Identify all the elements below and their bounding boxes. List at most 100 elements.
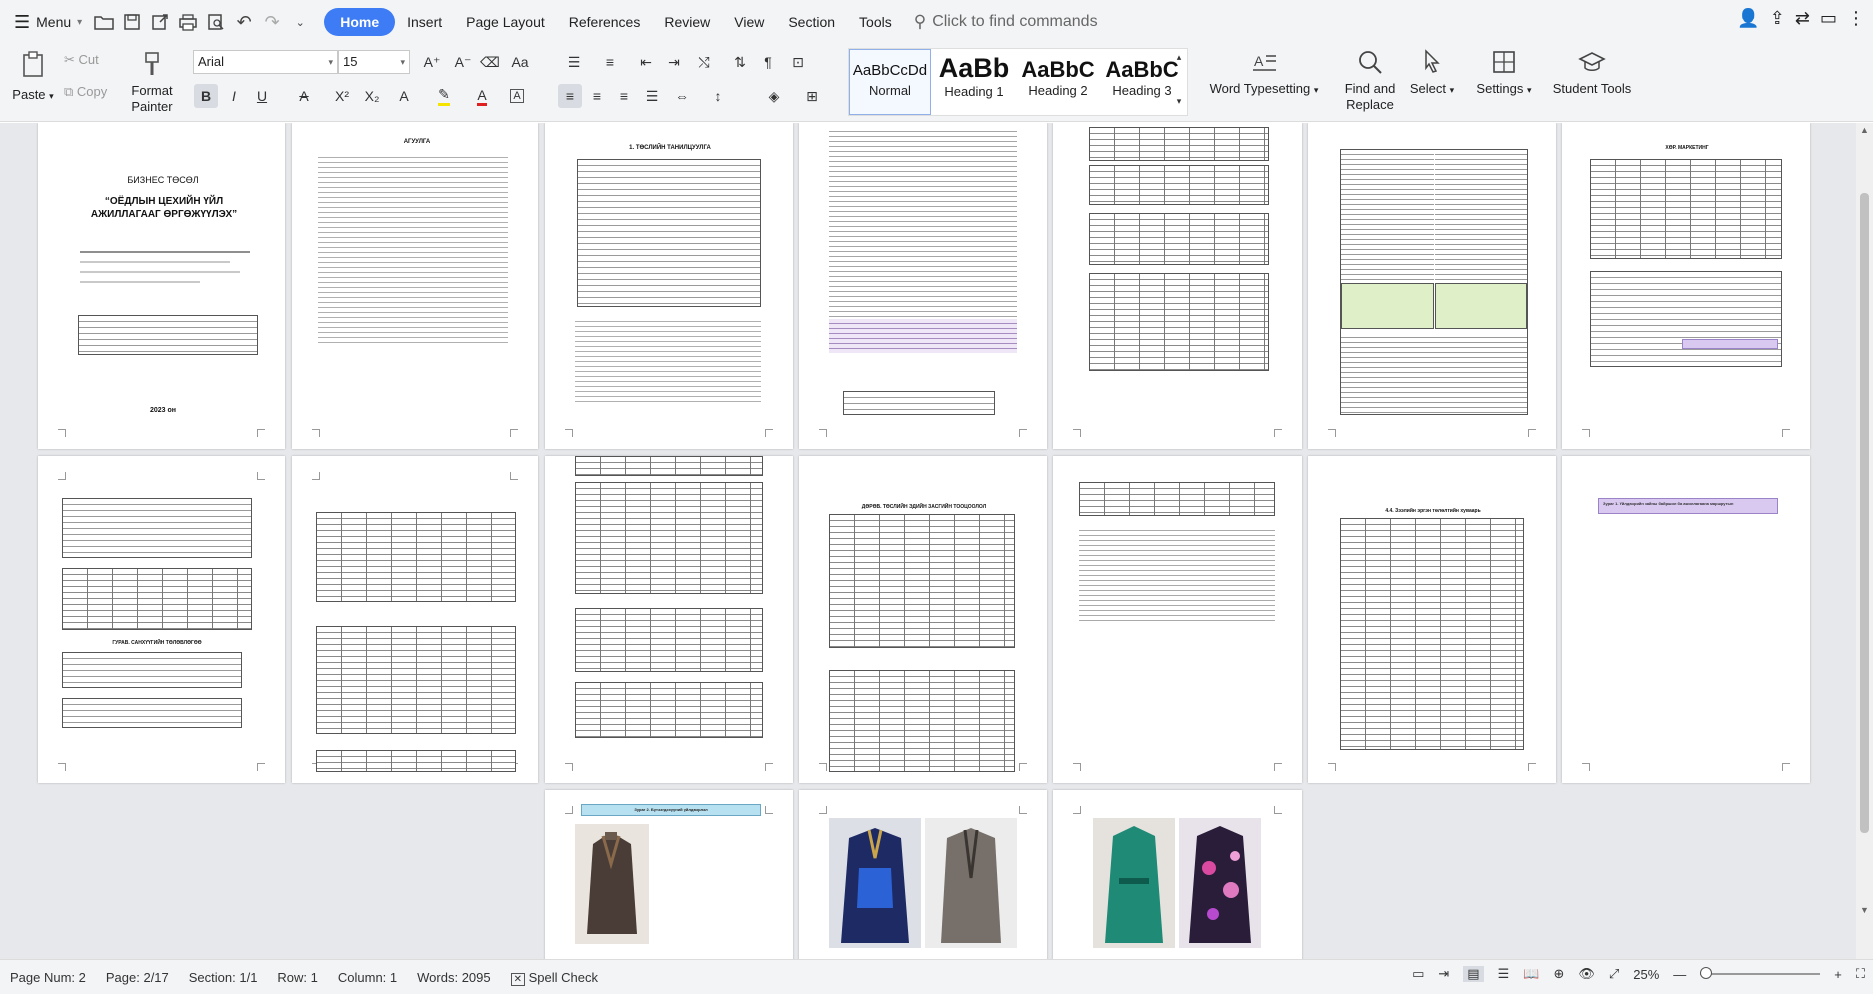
text-direction-button[interactable]: ⤭	[692, 50, 716, 74]
underline-button[interactable]: U	[250, 84, 274, 108]
word-typesetting-button[interactable]: A Word Typesetting ▾	[1208, 48, 1320, 96]
decrease-indent-button[interactable]: ⇤	[634, 50, 658, 74]
bullets-button[interactable]: ☰	[562, 50, 586, 74]
fit-page-icon[interactable]: ⤢	[1609, 966, 1619, 982]
chevron-up-icon[interactable]: ▲	[1860, 125, 1869, 135]
add-user-icon[interactable]: 👤	[1737, 8, 1759, 29]
borders-button[interactable]: ⊞	[800, 84, 824, 108]
clear-format-button[interactable]: ⌫	[478, 50, 502, 74]
sync-icon[interactable]: ⇄	[1795, 8, 1810, 29]
style-heading-2[interactable]: AaBbC Heading 2	[1017, 49, 1099, 115]
show-marks-button[interactable]: ¶	[756, 50, 780, 74]
change-case-button[interactable]: Aa	[508, 50, 532, 74]
zoom-level[interactable]: 25%	[1633, 967, 1659, 982]
zoom-in-icon[interactable]: +	[1834, 967, 1842, 982]
undo-button[interactable]: ↶	[230, 8, 258, 36]
text-effect-button[interactable]: A	[392, 84, 416, 108]
page-num-status[interactable]: Page Num: 2	[0, 970, 96, 985]
tab-page-layout[interactable]: Page Layout	[454, 8, 557, 36]
page-9[interactable]	[292, 456, 538, 783]
web-view-icon[interactable]: ⊕	[1553, 966, 1564, 982]
tab-references[interactable]: References	[557, 8, 653, 36]
style-normal[interactable]: AaBbCcDd Normal	[849, 49, 931, 115]
settings-button[interactable]: Settings ▾	[1472, 48, 1536, 96]
comment-icon[interactable]: ▭	[1820, 8, 1837, 29]
zoom-out-icon[interactable]: —	[1673, 967, 1686, 982]
word-count-status[interactable]: Words: 2095	[407, 970, 500, 985]
page-11[interactable]: ДӨРӨВ. ТӨСЛИЙН ЭДИЙН ЗАСГИЙН ТООЦООЛОЛ	[799, 456, 1047, 783]
spell-check-button[interactable]: ✕ Spell Check	[501, 970, 608, 986]
print-preview-button[interactable]	[202, 8, 230, 36]
font-name-select[interactable]: Arial ▾	[193, 50, 338, 74]
sort-button[interactable]: ⇅	[728, 50, 752, 74]
align-left-button[interactable]: ≡	[558, 84, 582, 108]
page-16[interactable]	[799, 790, 1047, 959]
tab-home[interactable]: Home	[324, 8, 396, 36]
tab-insert[interactable]: Insert	[395, 8, 454, 36]
page-4[interactable]	[799, 123, 1047, 449]
page-10[interactable]	[545, 456, 793, 783]
save-button[interactable]	[118, 8, 146, 36]
page-status[interactable]: Page: 2/17	[96, 970, 179, 985]
page-12[interactable]	[1053, 456, 1302, 783]
character-border-button[interactable]: A	[505, 84, 529, 108]
format-painter-button[interactable]: Format Painter	[124, 50, 180, 115]
select-button[interactable]: Select ▾	[1406, 48, 1458, 96]
tab-section[interactable]: Section	[776, 8, 847, 36]
page-17[interactable]	[1053, 790, 1302, 959]
strikethrough-button[interactable]: A	[292, 84, 316, 108]
page-8[interactable]: ГУРАВ. САНХҮҮГИЙН ТӨЛӨВЛӨГӨӨ	[38, 456, 285, 783]
styles-scroll-up[interactable]: ▴	[1170, 48, 1188, 66]
decrease-font-button[interactable]: A⁻	[451, 50, 475, 74]
increase-indent-button[interactable]: ⇥	[662, 50, 686, 74]
tab-view[interactable]: View	[722, 8, 776, 36]
align-right-button[interactable]: ≡	[612, 84, 636, 108]
cut-button[interactable]: ✂ Cut	[64, 52, 99, 68]
page-5[interactable]	[1053, 123, 1302, 449]
vertical-scrollbar[interactable]: ▲ ▼	[1856, 123, 1873, 959]
reading-view-icon[interactable]: 📖	[1523, 966, 1539, 982]
page-view-icon[interactable]: ▤	[1463, 966, 1484, 982]
highlight-button[interactable]: ✎	[432, 84, 456, 108]
style-heading-1[interactable]: AaBb Heading 1	[933, 49, 1015, 115]
styles-expand[interactable]: ▾	[1170, 92, 1188, 110]
bold-button[interactable]: B	[194, 84, 218, 108]
command-search[interactable]: ⚲ Click to find commands	[914, 12, 1098, 32]
share-icon[interactable]: ⇪	[1770, 8, 1785, 29]
tab-tools[interactable]: Tools	[847, 8, 904, 36]
page-7[interactable]: ХӨР. МАРКЕТИНГ	[1562, 123, 1810, 449]
zoom-slider-handle[interactable]	[1700, 967, 1713, 979]
justify-button[interactable]: ☰	[640, 84, 664, 108]
page-15[interactable]: Зураг 2. Бүтээгдэхүүний үйлдвэрлэл	[545, 790, 793, 959]
tab-review[interactable]: Review	[652, 8, 722, 36]
scrollbar-thumb[interactable]	[1860, 193, 1869, 833]
find-replace-button[interactable]: Find and Replace	[1340, 48, 1400, 113]
zoom-slider[interactable]	[1700, 967, 1821, 979]
fullscreen-icon[interactable]: ⛶	[1856, 966, 1865, 982]
main-menu-button[interactable]: ☰ Menu ▾	[6, 8, 90, 36]
increase-font-button[interactable]: A⁺	[420, 50, 444, 74]
page-13[interactable]: 4.4. Зээлийн эргэн төлөлтийн хуваарь	[1308, 456, 1556, 783]
shading-button[interactable]: ◈	[762, 84, 786, 108]
distributed-button[interactable]: ⇔	[670, 84, 694, 108]
copy-button[interactable]: ⧉ Copy	[64, 84, 107, 100]
page-1[interactable]: БИЗНЕС ТӨСӨЛ “ОЁДЛЫН ЦЕХИЙН ҮЙЛ АЖИЛЛАГА…	[38, 123, 285, 449]
page-3[interactable]: 1. ТӨСЛИЙН ТАНИЛЦУУЛГА	[545, 123, 793, 449]
focus-mode-icon[interactable]: ▭	[1412, 966, 1424, 982]
line-spacing-button[interactable]: ↕	[706, 84, 730, 108]
document-canvas[interactable]: БИЗНЕС ТӨСӨЛ “ОЁДЛЫН ЦЕХИЙН ҮЙЛ АЖИЛЛАГА…	[0, 123, 1856, 959]
print-button[interactable]	[174, 8, 202, 36]
page-14[interactable]: Зураг 1. Үйлдвэрийн зайны байршил ба ажи…	[1562, 456, 1810, 783]
page-2[interactable]: АГУУЛГА	[292, 123, 538, 449]
student-tools-button[interactable]: Student Tools	[1550, 48, 1634, 96]
open-folder-button[interactable]	[90, 8, 118, 36]
numbering-button[interactable]: ≡	[598, 50, 622, 74]
italic-button[interactable]: I	[222, 84, 246, 108]
section-status[interactable]: Section: 1/1	[179, 970, 268, 985]
align-center-button[interactable]: ≡	[585, 84, 609, 108]
more-icon[interactable]: ⋮	[1847, 8, 1865, 29]
superscript-button[interactable]: X²	[330, 84, 354, 108]
outline-view-icon[interactable]: ☰	[1498, 966, 1510, 982]
eye-protection-icon[interactable]: 👁	[1578, 966, 1595, 982]
hide-button[interactable]: ⊡	[786, 50, 810, 74]
